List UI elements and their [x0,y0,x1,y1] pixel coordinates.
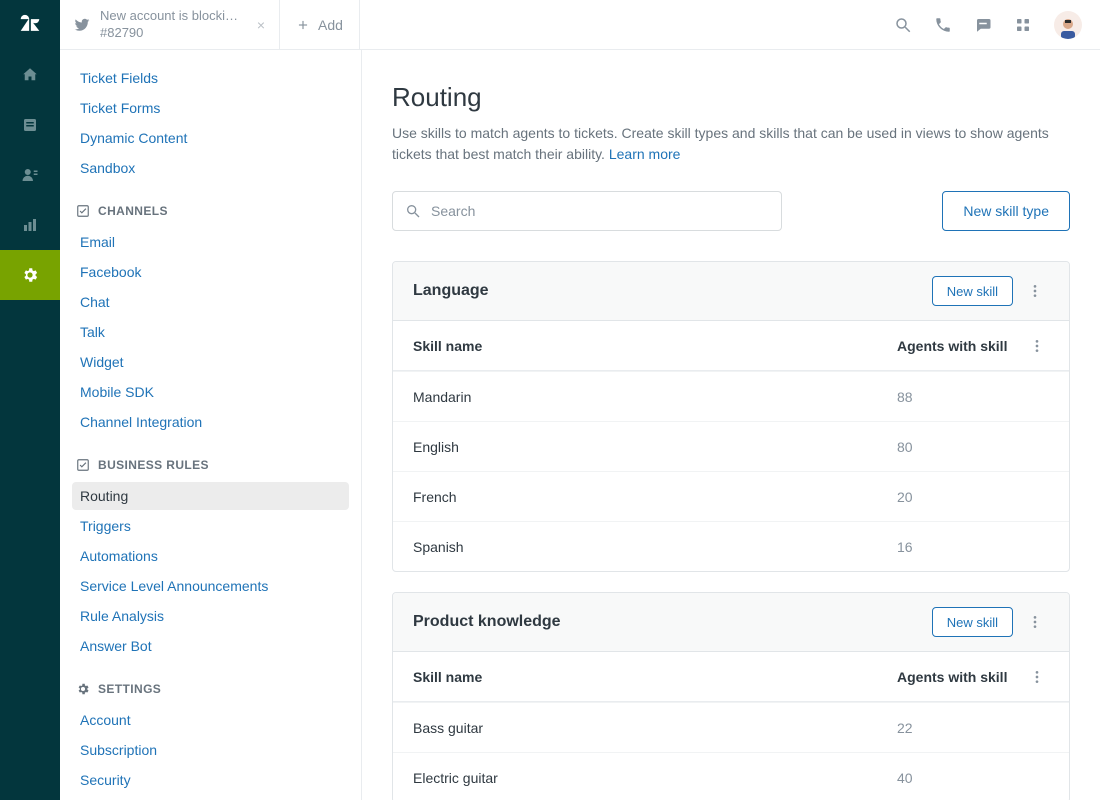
gear-icon [76,682,90,696]
more-icon[interactable] [1025,667,1049,687]
avatar[interactable] [1054,11,1082,39]
new-skill-button[interactable]: New skill [932,607,1013,637]
page-description-text: Use skills to match agents to tickets. C… [392,125,1049,162]
skill-name: Mandarin [413,389,897,405]
section-channels: CHANNELS [72,204,349,218]
sidebar-link[interactable]: Subscription [72,736,349,764]
skill-name: French [413,489,897,505]
sidebar-link[interactable]: Channel Integration [72,408,349,436]
sidebar-link[interactable]: Routing [72,482,349,510]
more-icon[interactable] [1025,336,1049,356]
section-label: CHANNELS [98,204,168,218]
sidebar-link[interactable]: Facebook [72,258,349,286]
skill-row[interactable]: Bass guitar22 [393,702,1069,752]
skill-row[interactable]: Electric guitar40 [393,752,1069,800]
skill-agent-count: 88 [897,389,1017,405]
search-icon [405,203,421,219]
skill-agent-count: 22 [897,720,1017,736]
rail-home[interactable] [0,50,60,100]
apps-icon[interactable] [1014,16,1032,34]
rail-customers[interactable] [0,150,60,200]
skill-type-card: LanguageNew skill Skill nameAgents with s… [392,261,1070,572]
col-skill-name: Skill name [413,669,897,685]
sidebar-link[interactable]: Ticket Fields [72,64,349,92]
close-icon[interactable]: × [257,17,265,33]
tab-add-label: Add [318,17,343,33]
skill-agent-count: 80 [897,439,1017,455]
skill-name: Bass guitar [413,720,897,736]
sidebar-link[interactable]: Triggers [72,512,349,540]
skill-row[interactable]: French20 [393,471,1069,521]
new-skill-button[interactable]: New skill [932,276,1013,306]
sidebar-link[interactable]: Automations [72,542,349,570]
col-skill-name: Skill name [413,338,897,354]
sidebar-link[interactable]: Ticket Forms [72,94,349,122]
more-icon[interactable] [1021,608,1049,636]
skill-name: English [413,439,897,455]
search-box[interactable] [392,191,782,231]
page-description: Use skills to match agents to tickets. C… [392,123,1052,165]
learn-more-link[interactable]: Learn more [609,146,681,162]
skill-type-title: Product knowledge [413,613,932,631]
main-content: Routing Use skills to match agents to ti… [362,50,1100,800]
sidebar-link[interactable]: Rule Analysis [72,602,349,630]
sidebar-link[interactable]: Widget [72,348,349,376]
section-business-rules: BUSINESS RULES [72,458,349,472]
col-agents: Agents with skill [897,669,1017,685]
skill-type-title: Language [413,282,932,300]
skill-name: Electric guitar [413,770,897,786]
search-input[interactable] [431,203,769,219]
skill-name: Spanish [413,539,897,555]
sidebar-link[interactable]: Mobile SDK [72,378,349,406]
phone-icon[interactable] [934,16,952,34]
section-settings: SETTINGS [72,682,349,696]
rail-admin[interactable] [0,250,60,300]
settings-sidebar: Ticket FieldsTicket FormsDynamic Content… [60,50,362,800]
rail-views[interactable] [0,100,60,150]
rules-icon [76,458,90,472]
sidebar-link[interactable]: Talk [72,318,349,346]
more-icon[interactable] [1021,277,1049,305]
nav-rail [0,0,60,800]
sidebar-link[interactable]: Sandbox [72,154,349,182]
skill-row[interactable]: Mandarin88 [393,371,1069,421]
sidebar-link[interactable]: Service Level Announcements [72,572,349,600]
skill-agent-count: 16 [897,539,1017,555]
skill-agent-count: 40 [897,770,1017,786]
col-agents: Agents with skill [897,338,1017,354]
plus-icon [296,18,310,32]
skill-agent-count: 20 [897,489,1017,505]
page-title: Routing [392,82,1070,113]
section-label: SETTINGS [98,682,161,696]
sidebar-link[interactable]: Security [72,766,349,794]
tab-subtitle: #82790 [100,25,245,41]
skill-row[interactable]: English80 [393,421,1069,471]
section-label: BUSINESS RULES [98,458,209,472]
rail-reporting[interactable] [0,200,60,250]
sidebar-link[interactable]: Answer Bot [72,632,349,660]
sidebar-link[interactable]: Dynamic Content [72,124,349,152]
chat-icon[interactable] [974,16,992,34]
new-skill-type-button[interactable]: New skill type [942,191,1070,231]
sidebar-link[interactable]: Email [72,228,349,256]
topbar: New account is blocking... #82790 × Add [60,0,1100,50]
skill-row[interactable]: Spanish16 [393,521,1069,571]
search-icon[interactable] [894,16,912,34]
tab-title: New account is blocking... [100,8,245,24]
twitter-icon [74,17,90,33]
skill-type-card: Product knowledgeNew skill Skill nameAgen… [392,592,1070,800]
sidebar-link[interactable]: Account [72,706,349,734]
sidebar-link[interactable]: Chat [72,288,349,316]
checklist-icon [76,204,90,218]
tab-add[interactable]: Add [280,0,360,49]
brand-logo [0,0,60,50]
tab-ticket[interactable]: New account is blocking... #82790 × [60,0,280,49]
